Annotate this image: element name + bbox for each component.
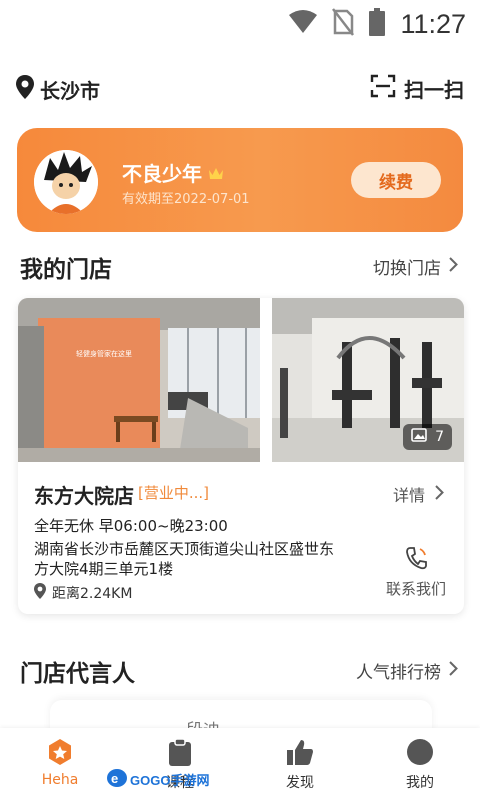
scan-button[interactable]: 扫一扫 [370,74,464,103]
store-status-badge: [营业中...] [138,484,210,502]
store-detail-label: 详情 [392,486,425,505]
switch-store-label: 切换门店 [373,259,441,279]
store-detail-link[interactable]: 详情 [393,482,444,506]
renew-button[interactable]: 续费 [351,162,441,198]
location-pin-icon [34,583,46,603]
heha-home-icon [46,738,74,766]
status-time: 11:27 [400,8,466,39]
tab-label: Heha [41,772,79,788]
store-name: 东方大院店 [34,484,134,508]
membership-card[interactable]: 不良少年 有效期至2022-07-01 续费 [17,128,463,232]
watermark-logo: e GOGO手游网 [106,768,209,791]
thumbs-up-icon [286,738,314,766]
member-name: 不良少年 [122,162,202,186]
tab-mine[interactable]: 我的 [360,728,480,800]
ranking-label: 人气排行榜 [356,663,441,683]
tab-label: 发现 [286,775,314,791]
city-selector[interactable]: 长沙市 [16,75,100,104]
bottom-tab-bar: Heha 课程 发现 我的 [0,728,480,800]
clipboard-icon [168,738,192,766]
store-distance: 距离2.24KM [52,586,133,602]
tab-label: 我的 [406,775,434,791]
top-bar: 长沙市 扫一扫 [0,50,480,126]
switch-store-link[interactable]: 切换门店 [373,254,458,279]
ambassador-header: 门店代言人 人气排行榜 [0,648,480,688]
member-name-row: 不良少年 [122,158,224,187]
contact-us-button[interactable]: 联系我们 [386,546,446,599]
store-card[interactable]: 轻健身管家在这里 7 东方大院店 [营业中...] 详情 全年无休 早06:00… [18,298,464,614]
chevron-right-icon [435,484,444,504]
svg-text:e: e [111,771,118,786]
profile-icon [406,738,434,766]
status-bar: 11:27 [0,0,480,50]
tab-discover[interactable]: 发现 [240,728,360,800]
chevron-right-icon [449,660,458,681]
store-distance-row: 距离2.24KM [34,583,132,603]
ambassador-title: 门店代言人 [20,661,135,687]
store-photo-equipment[interactable]: 7 [272,298,464,462]
crown-icon [208,161,224,185]
scan-icon [370,74,396,103]
my-store-title: 我的门店 [20,257,112,283]
store-photo-front[interactable]: 轻健身管家在这里 [18,298,260,462]
gallery-icon [411,428,427,446]
scan-label: 扫一扫 [404,78,464,102]
photo-count-badge[interactable]: 7 [403,424,452,450]
no-sim-icon [332,8,355,40]
phone-icon [405,547,427,574]
location-pin-icon [16,75,34,104]
avatar[interactable] [34,150,98,214]
store-address: 湖南省长沙市岳麓区天顶街道尖山社区盛世东方大院4期三单元1楼 [34,540,335,578]
ranking-link[interactable]: 人气排行榜 [356,658,458,683]
contact-us-label: 联系我们 [386,580,447,598]
store-hours: 全年无休 早06:00~晚23:00 [34,517,228,535]
city-label: 长沙市 [40,79,100,103]
tab-heha[interactable]: Heha [0,728,120,800]
watermark-text: GOGO手游网 [130,773,210,788]
store-photos[interactable]: 轻健身管家在这里 7 [18,298,464,462]
valid-until: 有效期至2022-07-01 [122,192,250,207]
my-store-header: 我的门店 切换门店 [0,244,480,284]
watermark-e-icon: e [106,768,128,791]
chevron-right-icon [449,256,458,277]
photo-count: 7 [435,429,444,445]
poster-text: 轻健身管家在这里 [76,349,132,358]
wifi-icon [288,9,318,39]
battery-icon [368,8,386,40]
